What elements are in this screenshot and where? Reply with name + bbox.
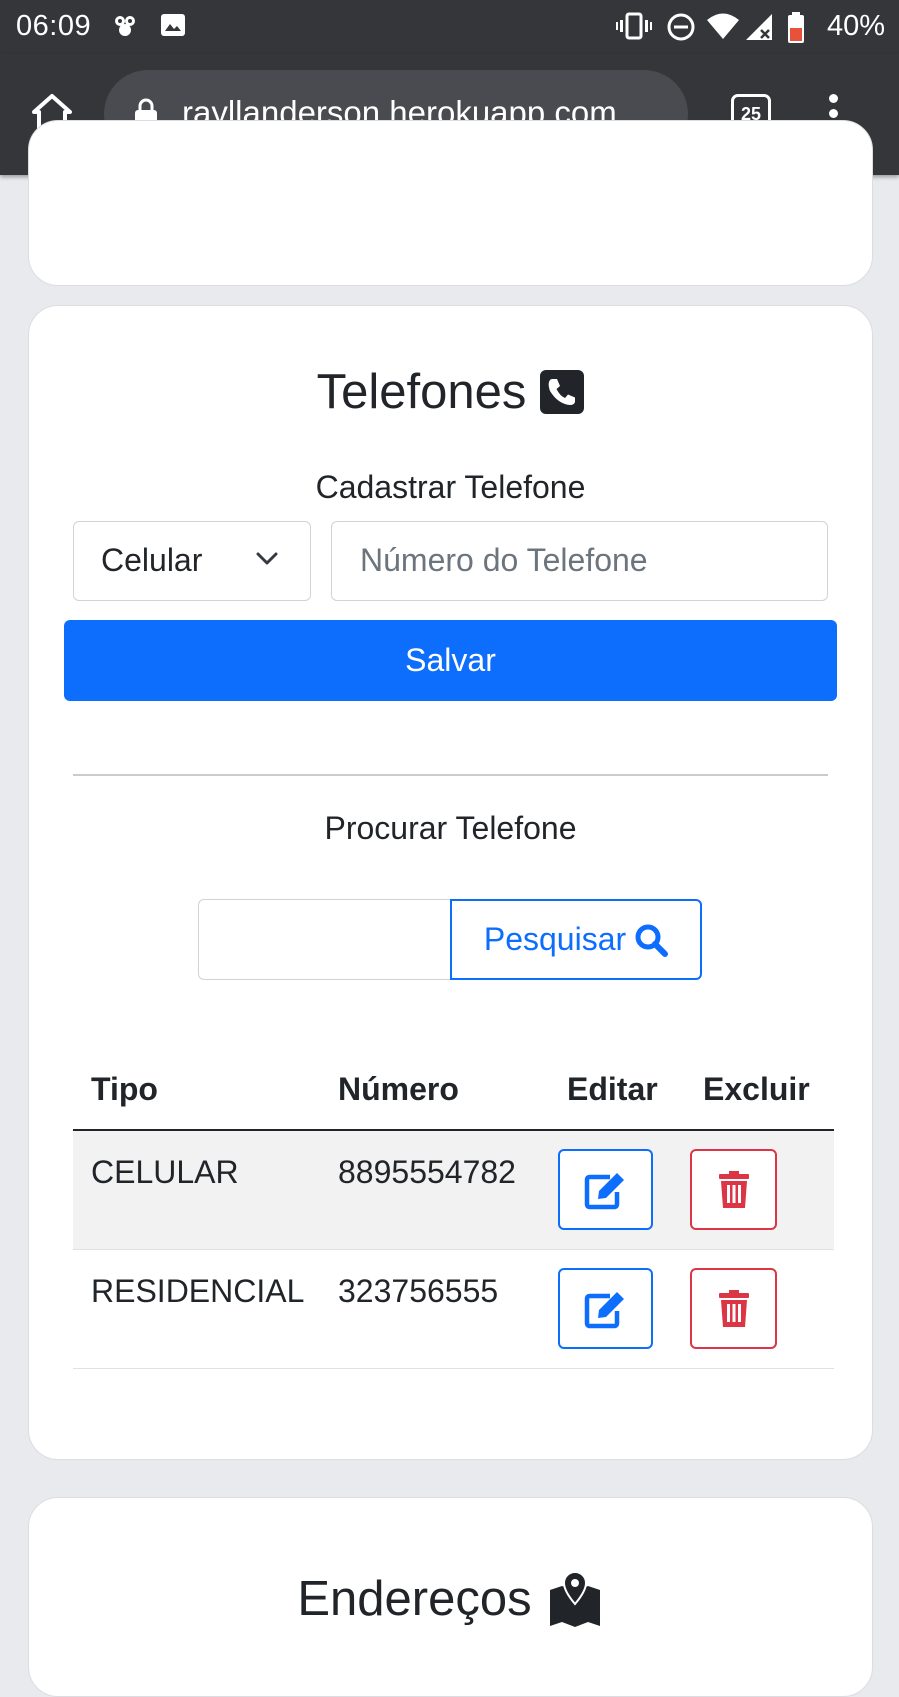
- search-button-label: Pesquisar: [483, 921, 627, 957]
- table-row: RESIDENCIAL 323756555: [73, 1250, 834, 1369]
- battery-percentage: 40%: [826, 10, 885, 42]
- header-tipo: Tipo: [91, 1071, 158, 1107]
- search-button[interactable]: Pesquisar: [450, 899, 702, 980]
- phones-title-row: Telefones: [29, 364, 872, 420]
- phones-card: Telefones Cadastrar Telefone Celular Núm…: [28, 305, 873, 1460]
- edit-button[interactable]: [558, 1149, 653, 1230]
- search-icon: [635, 924, 669, 957]
- previous-card: [28, 120, 873, 286]
- status-bar: 06:09 40%: [0, 0, 899, 54]
- cell-numero: 8895554782: [338, 1154, 516, 1190]
- phones-table: Tipo Número Editar Excluir CELULAR 88955…: [73, 1049, 834, 1369]
- map-marker-icon: [549, 1570, 600, 1627]
- trash-icon: [718, 1289, 749, 1327]
- chevron-down-icon: [256, 552, 278, 565]
- edit-button[interactable]: [558, 1268, 653, 1349]
- header-editar: Editar: [567, 1071, 658, 1107]
- delete-button[interactable]: [690, 1268, 777, 1349]
- header-excluir: Excluir: [703, 1071, 810, 1107]
- cell-tipo: RESIDENCIAL: [91, 1273, 305, 1309]
- vibrate-icon: [616, 12, 652, 40]
- trash-icon: [718, 1170, 749, 1208]
- do-not-disturb-icon: [667, 13, 695, 41]
- notification-app-icon: [115, 16, 135, 36]
- delete-button[interactable]: [690, 1149, 777, 1230]
- addresses-title-row: Endereços: [29, 1570, 872, 1628]
- addresses-title: Endereços: [297, 1572, 532, 1626]
- section-divider: [73, 774, 828, 776]
- phones-title: Telefones: [316, 365, 527, 419]
- wifi-icon: [707, 13, 739, 39]
- image-notification-icon: [161, 14, 185, 36]
- register-phone-label: Cadastrar Telefone: [315, 469, 586, 505]
- phone-type-select[interactable]: Celular: [73, 521, 311, 601]
- save-button[interactable]: Salvar: [64, 620, 837, 701]
- phone-number-placeholder: Número do Telefone: [360, 542, 648, 578]
- table-header: Tipo Número Editar Excluir: [73, 1049, 834, 1131]
- header-numero: Número: [338, 1071, 459, 1107]
- edit-icon: [584, 1291, 624, 1328]
- edit-icon: [584, 1172, 624, 1209]
- addresses-card: Endereços: [28, 1497, 873, 1697]
- status-time: 06:09: [16, 10, 92, 42]
- signal-icon: [746, 14, 772, 40]
- search-phone-label: Procurar Telefone: [324, 810, 577, 846]
- phone-type-select-value: Celular: [101, 542, 203, 578]
- table-row: CELULAR 8895554782: [73, 1131, 834, 1250]
- phone-icon: [540, 370, 585, 414]
- cell-tipo: CELULAR: [91, 1154, 239, 1190]
- cell-numero: 323756555: [338, 1273, 499, 1309]
- phone-number-input[interactable]: Número do Telefone: [331, 521, 828, 601]
- battery-icon: [788, 12, 804, 43]
- search-input[interactable]: [198, 899, 450, 980]
